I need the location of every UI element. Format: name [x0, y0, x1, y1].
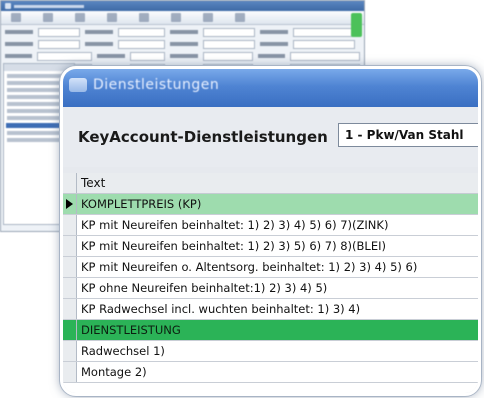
table-row[interactable]: KP mit Neureifen beinhaltet: 1) 2) 3) 5)… — [63, 236, 478, 257]
app-icon — [5, 3, 11, 9]
table-row[interactable]: Montage 2) — [63, 362, 478, 383]
row-text: KP mit Neureifen o. Altentsorg. beinhalt… — [81, 260, 418, 274]
row-indicator[interactable] — [63, 215, 77, 235]
toolbar-icon[interactable] — [235, 13, 245, 22]
toolbar-icon[interactable] — [75, 13, 85, 22]
toolbar-icon[interactable] — [171, 13, 181, 22]
row-indicator[interactable] — [63, 278, 77, 298]
row-indicator[interactable] — [63, 299, 77, 319]
row-text: KP Radwechsel incl. wuchten beinhaltet: … — [81, 302, 361, 316]
green-status-block — [351, 13, 362, 37]
customer-select[interactable]: 1 - Pkw/Van Stahl — [338, 123, 478, 147]
table-row[interactable]: Radwechsel 1) — [63, 341, 478, 362]
grid-rows: KOMPLETTPREIS (KP) KP mit Neureifen beinh… — [63, 194, 478, 383]
row-indicator[interactable] — [63, 257, 77, 277]
row-text: DIENSTLEISTUNG — [81, 323, 181, 337]
services-grid: Text KOMPLETTPREIS (KP) KP mit Neureifen … — [63, 173, 478, 393]
row-text: KOMPLETTPREIS (KP) — [81, 197, 202, 211]
window-icon — [69, 78, 87, 92]
toolbar-icon[interactable] — [107, 13, 117, 22]
dialog-title: Dienstleistungen — [93, 77, 220, 93]
group-row[interactable]: KOMPLETTPREIS (KP) — [63, 194, 478, 215]
row-text: KP mit Neureifen beinhaltet: 1) 2) 3) 4)… — [81, 218, 389, 232]
toolbar-icon[interactable] — [139, 13, 149, 22]
toolbar-icon[interactable] — [203, 13, 213, 22]
row-indicator[interactable] — [63, 341, 77, 361]
zoomed-dialog: Dienstleistungen KeyAccount-Dienstleistu… — [60, 66, 481, 396]
grid-header: Text — [63, 173, 478, 194]
row-indicator[interactable] — [63, 194, 77, 214]
background-titlebar — [1, 1, 364, 11]
group-row[interactable]: DIENSTLEISTUNG — [63, 320, 478, 341]
current-row-arrow-icon — [66, 199, 73, 209]
row-indicator[interactable] — [63, 320, 77, 340]
row-text: KP mit Neureifen beinhaltet: 1) 2) 3) 5)… — [81, 239, 386, 253]
table-row[interactable]: KP mit Neureifen beinhaltet: 1) 2) 3) 4)… — [63, 215, 478, 236]
background-title-blur — [14, 4, 84, 8]
toolbar-icon[interactable] — [11, 13, 21, 22]
page-title: KeyAccount-Dienstleistungen — [78, 128, 328, 146]
table-row[interactable]: KP mit Neureifen o. Altentsorg. beinhalt… — [63, 257, 478, 278]
table-row[interactable]: KP ohne Neureifen beinhaltet:1) 2) 3) 4)… — [63, 278, 478, 299]
table-row[interactable]: KP Radwechsel incl. wuchten beinhaltet: … — [63, 299, 478, 320]
background-toolbar — [1, 11, 364, 25]
row-indicator-header — [63, 173, 77, 193]
row-text: KP ohne Neureifen beinhaltet:1) 2) 3) 4)… — [81, 281, 328, 295]
dialog-header-area: KeyAccount-Dienstleistungen 1 - Pkw/Van … — [63, 107, 478, 167]
row-text: Radwechsel 1) — [81, 344, 165, 358]
row-indicator[interactable] — [63, 236, 77, 256]
column-header-text[interactable]: Text — [77, 176, 105, 190]
toolbar-icon[interactable] — [43, 13, 53, 22]
row-indicator[interactable] — [63, 362, 77, 382]
dialog-titlebar: Dienstleistungen — [63, 69, 478, 107]
row-text: Montage 2) — [81, 365, 147, 379]
